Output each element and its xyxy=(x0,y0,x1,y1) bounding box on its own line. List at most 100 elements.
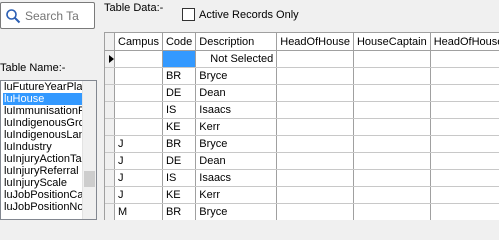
table-list-item[interactable]: luIndigenousLan xyxy=(3,129,83,141)
row-selector[interactable] xyxy=(105,67,115,85)
table-cell[interactable] xyxy=(276,152,354,170)
table-cell[interactable]: J xyxy=(114,135,163,153)
table-cell[interactable]: 0 xyxy=(430,186,499,204)
row-selector[interactable] xyxy=(105,152,115,170)
table-cell[interactable]: DE xyxy=(162,84,197,102)
table-row[interactable]: JDEDean 0 xyxy=(105,152,499,170)
table-cell[interactable]: 0 xyxy=(430,169,499,187)
table-cell[interactable]: IS xyxy=(162,169,197,187)
table-cell[interactable]: Isaacs xyxy=(195,169,278,187)
row-selector[interactable] xyxy=(105,135,115,153)
row-selector[interactable] xyxy=(105,84,115,102)
column-header[interactable]: HeadOfHouse xyxy=(276,33,354,51)
table-list-item[interactable]: luIndigenousGro xyxy=(3,117,83,129)
column-header[interactable]: Code xyxy=(162,33,197,51)
column-header[interactable]: HeadOfHouseID xyxy=(430,33,499,51)
table-cell[interactable]: BR xyxy=(162,135,197,153)
table-cell[interactable]: BR xyxy=(162,203,197,220)
table-list-scrollbar[interactable] xyxy=(82,81,96,219)
table-cell[interactable]: KE xyxy=(162,186,197,204)
table-list-item[interactable]: luInjuryReferral xyxy=(3,165,83,177)
table-cell[interactable] xyxy=(353,203,431,220)
table-cell[interactable] xyxy=(353,101,431,119)
table-cell[interactable] xyxy=(353,50,431,68)
table-cell[interactable] xyxy=(276,118,354,136)
column-header[interactable]: Campus xyxy=(114,33,163,51)
table-cell[interactable] xyxy=(114,118,163,136)
table-cell[interactable] xyxy=(276,135,354,153)
table-cell[interactable]: Kerr xyxy=(195,186,278,204)
table-cell[interactable] xyxy=(276,67,354,85)
table-cell[interactable] xyxy=(276,84,354,102)
table-list-item[interactable]: luImmunisationF xyxy=(3,105,83,117)
table-row[interactable]: ISIsaacs 0 xyxy=(105,101,499,119)
table-list-item[interactable]: luHouse xyxy=(3,93,83,105)
table-cell[interactable] xyxy=(114,50,163,68)
table-row[interactable]: MBRBryce 0 xyxy=(105,203,499,220)
table-cell[interactable] xyxy=(353,84,431,102)
search-input[interactable] xyxy=(25,7,94,25)
table-list-item[interactable]: luFutureYearPlac xyxy=(3,81,83,93)
table-cell[interactable]: 0 xyxy=(430,203,499,220)
table-cell[interactable]: KE xyxy=(162,118,197,136)
table-cell[interactable] xyxy=(114,101,163,119)
table-cell[interactable]: J xyxy=(114,169,163,187)
table-list-item[interactable]: luInjuryActionTa xyxy=(3,153,83,165)
table-cell[interactable]: Kerr xyxy=(195,118,278,136)
table-row[interactable]: KEKerr 0 xyxy=(105,118,499,136)
table-cell[interactable] xyxy=(276,50,354,68)
table-row[interactable]: JKEKerr 0 xyxy=(105,186,499,204)
row-selector[interactable] xyxy=(105,186,115,204)
table-cell[interactable] xyxy=(353,135,431,153)
row-selector[interactable] xyxy=(105,101,115,119)
table-row[interactable]: DEDean 0 xyxy=(105,84,499,102)
table-cell[interactable]: J xyxy=(114,152,163,170)
scrollbar-thumb[interactable] xyxy=(84,171,95,187)
table-cell[interactable]: 0 xyxy=(430,118,499,136)
table-row[interactable]: JBRBryce 0 xyxy=(105,135,499,153)
table-cell[interactable] xyxy=(276,101,354,119)
row-selector[interactable] xyxy=(105,50,115,68)
table-cell[interactable]: 0 xyxy=(430,50,499,68)
table-cell[interactable] xyxy=(276,203,354,220)
table-cell[interactable] xyxy=(276,186,354,204)
table-cell[interactable]: IS xyxy=(162,101,197,119)
table-row[interactable]: BRBryce 0 xyxy=(105,67,499,85)
table-cell[interactable] xyxy=(353,118,431,136)
row-selector[interactable] xyxy=(105,203,115,220)
column-header[interactable]: HouseCaptain xyxy=(353,33,431,51)
table-cell[interactable] xyxy=(114,67,163,85)
table-cell[interactable]: Isaacs xyxy=(195,101,278,119)
table-cell[interactable]: Bryce xyxy=(195,203,278,220)
table-cell[interactable] xyxy=(276,169,354,187)
table-cell[interactable]: J xyxy=(114,186,163,204)
table-cell[interactable] xyxy=(353,186,431,204)
table-row[interactable]: JISIsaacs 0 xyxy=(105,169,499,187)
table-cell[interactable]: Bryce xyxy=(195,67,278,85)
table-cell[interactable]: Bryce xyxy=(195,135,278,153)
table-cell[interactable]: BR xyxy=(162,67,197,85)
table-cell[interactable]: 0 xyxy=(430,101,499,119)
table-cell[interactable]: 0 xyxy=(430,135,499,153)
table-cell[interactable]: M xyxy=(114,203,163,220)
table-row[interactable]: Not Selected 0 xyxy=(105,50,499,68)
search-box[interactable] xyxy=(0,2,95,29)
table-cell[interactable] xyxy=(353,67,431,85)
table-cell[interactable] xyxy=(162,50,197,68)
table-list-item[interactable]: luJobPositionCat xyxy=(3,189,83,201)
table-cell[interactable] xyxy=(353,152,431,170)
table-cell[interactable]: Dean xyxy=(195,152,278,170)
data-grid[interactable]: Campus Code Description HeadOfHouse HouseCap… xyxy=(104,32,499,220)
table-cell[interactable]: 0 xyxy=(430,67,499,85)
row-selector[interactable] xyxy=(105,118,115,136)
table-cell[interactable]: Dean xyxy=(195,84,278,102)
table-cell[interactable] xyxy=(353,169,431,187)
column-header[interactable]: Description xyxy=(195,33,278,51)
table-cell[interactable]: Not Selected xyxy=(195,50,278,68)
table-cell[interactable] xyxy=(114,84,163,102)
table-list-item[interactable]: luIndustry xyxy=(3,141,83,153)
checkbox-box[interactable] xyxy=(182,8,195,21)
row-selector[interactable] xyxy=(105,169,115,187)
table-cell[interactable]: DE xyxy=(162,152,197,170)
table-list-item[interactable]: luJobPositionNot xyxy=(3,201,83,213)
